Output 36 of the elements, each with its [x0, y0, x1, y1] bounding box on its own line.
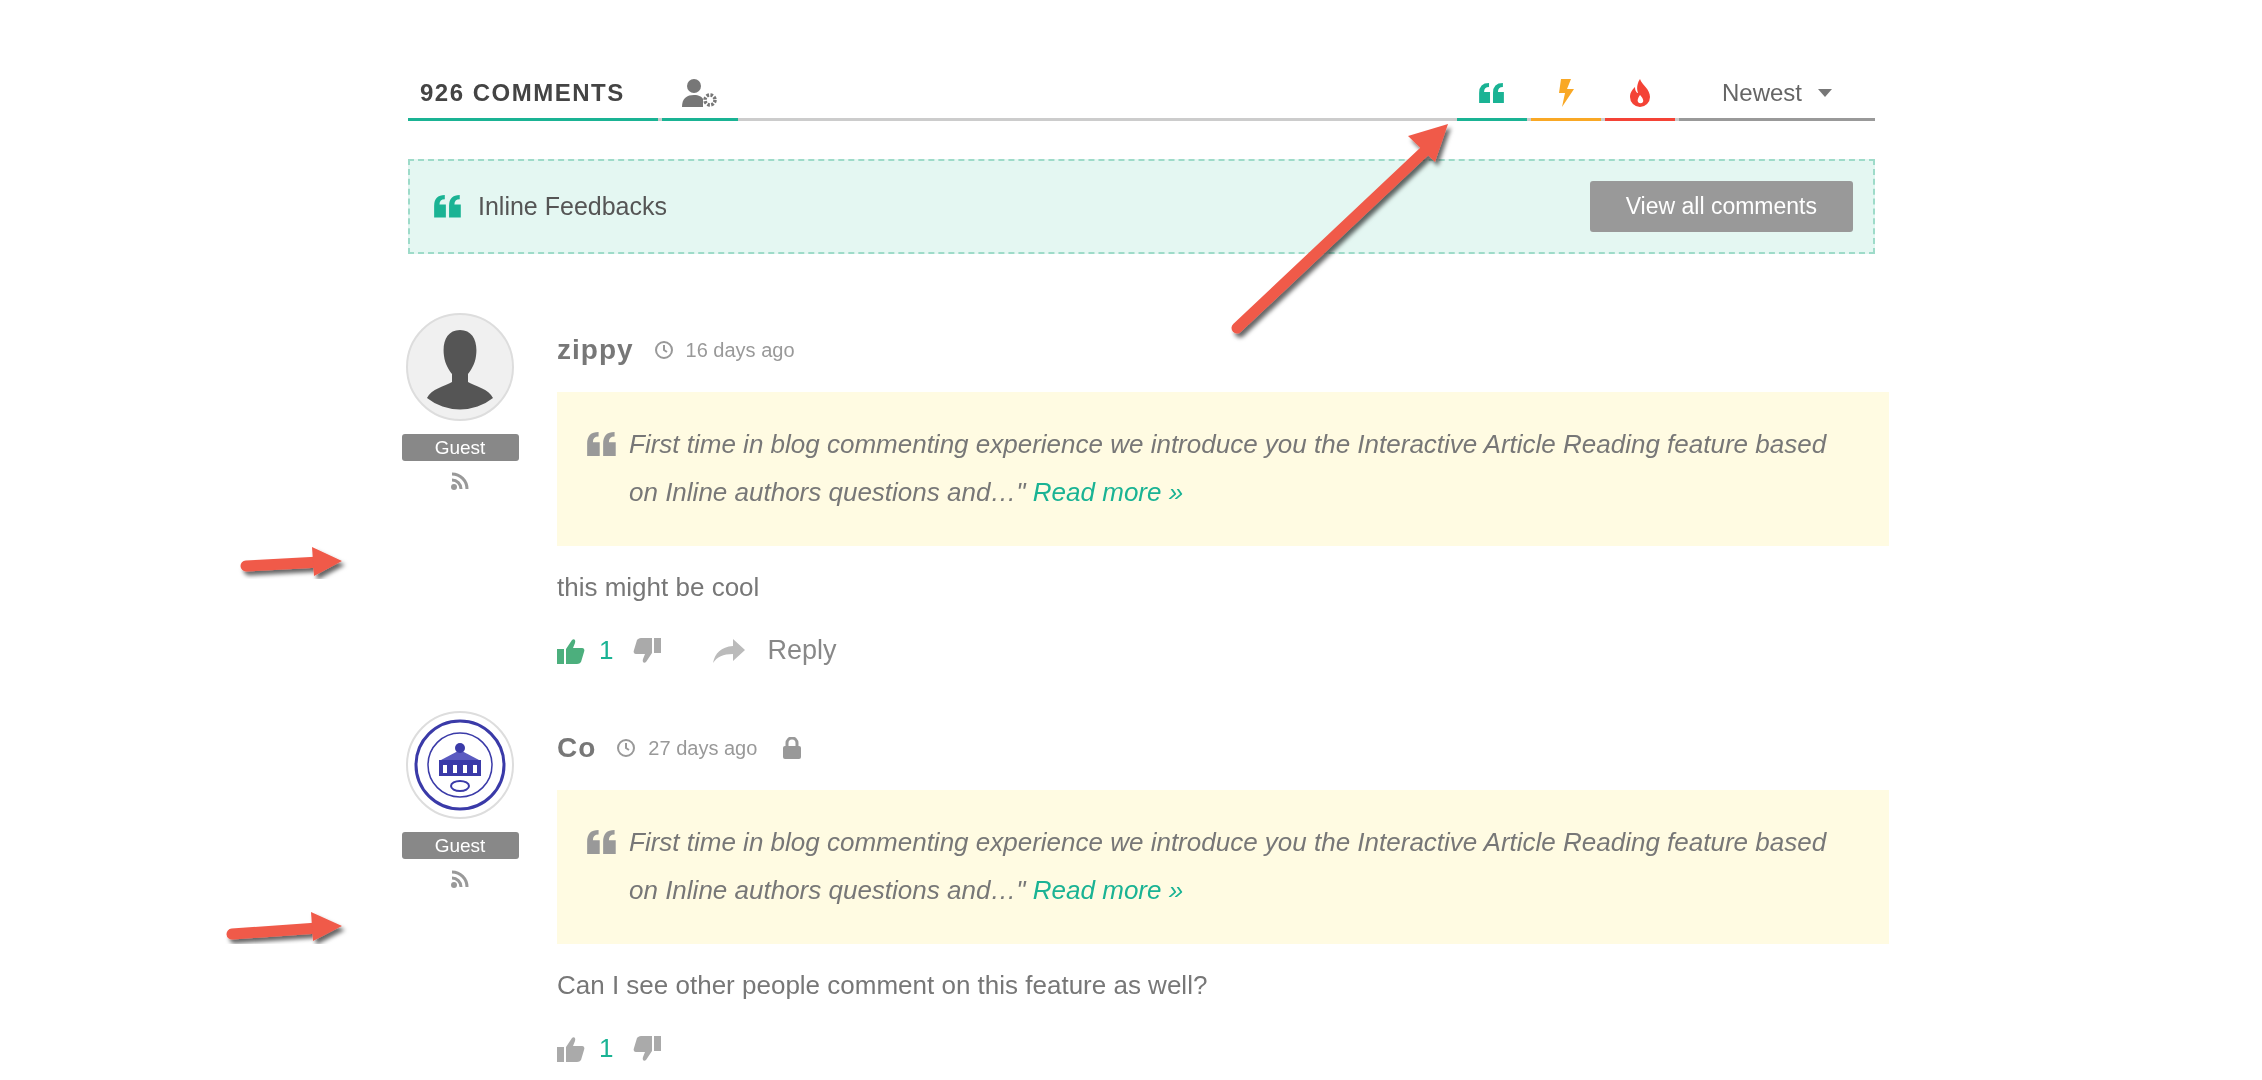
clock-icon: [616, 738, 637, 758]
lightning-icon: [1557, 79, 1575, 107]
flame-icon: [1629, 79, 1651, 107]
comment-text: this might be cool: [557, 572, 761, 603]
comment-time: 16 days ago: [685, 338, 795, 362]
read-more-link[interactable]: Read more »: [1032, 477, 1184, 507]
sort-dropdown[interactable]: Newest: [1679, 68, 1875, 121]
author-name[interactable]: Co: [557, 732, 597, 764]
quote-text: First time in blog commenting experience we introduce you the Interactive Article Reading feature based on Inline authors questions and…" Read more »: [629, 428, 1828, 509]
user-settings-icon[interactable]: [682, 79, 718, 107]
quote-icon: [1479, 82, 1505, 104]
vote-count: 1: [599, 1033, 614, 1064]
guest-badge: Guest: [401, 832, 519, 859]
view-all-button[interactable]: View all comments: [1589, 181, 1853, 232]
clock-icon: [653, 340, 674, 360]
thumbs-down-icon[interactable]: [633, 1035, 662, 1062]
caret-icon: [1818, 89, 1832, 97]
reply-arrow-icon: [713, 638, 746, 663]
guest-badge: Guest: [401, 434, 519, 461]
thumbs-up-icon[interactable]: [557, 1035, 585, 1062]
feedback-label: Inline Feedbacks: [478, 192, 668, 221]
comment-time: 27 days ago: [648, 736, 758, 760]
reply-button[interactable]: Reply: [713, 635, 837, 666]
quote-icon: [434, 195, 462, 218]
read-more-link[interactable]: Read more »: [1032, 875, 1184, 905]
thumbs-up-icon[interactable]: [557, 637, 585, 664]
author-name[interactable]: zippy: [557, 334, 634, 366]
thumbs-down-icon[interactable]: [633, 637, 662, 664]
comment-count: 926 COMMENTS: [408, 68, 658, 121]
quote-icon: [587, 830, 617, 854]
rss-icon[interactable]: [450, 869, 470, 889]
vote-count: 1: [599, 635, 614, 666]
quote-text: First time in blog commenting experience we introduce you the Interactive Article Reading feature based on Inline authors questions and…" Read more »: [629, 826, 1828, 907]
rss-icon[interactable]: [450, 471, 470, 491]
comment-text: Can I see other people comment on this feature as well?: [557, 970, 1209, 1001]
quote-icon: [587, 432, 617, 456]
